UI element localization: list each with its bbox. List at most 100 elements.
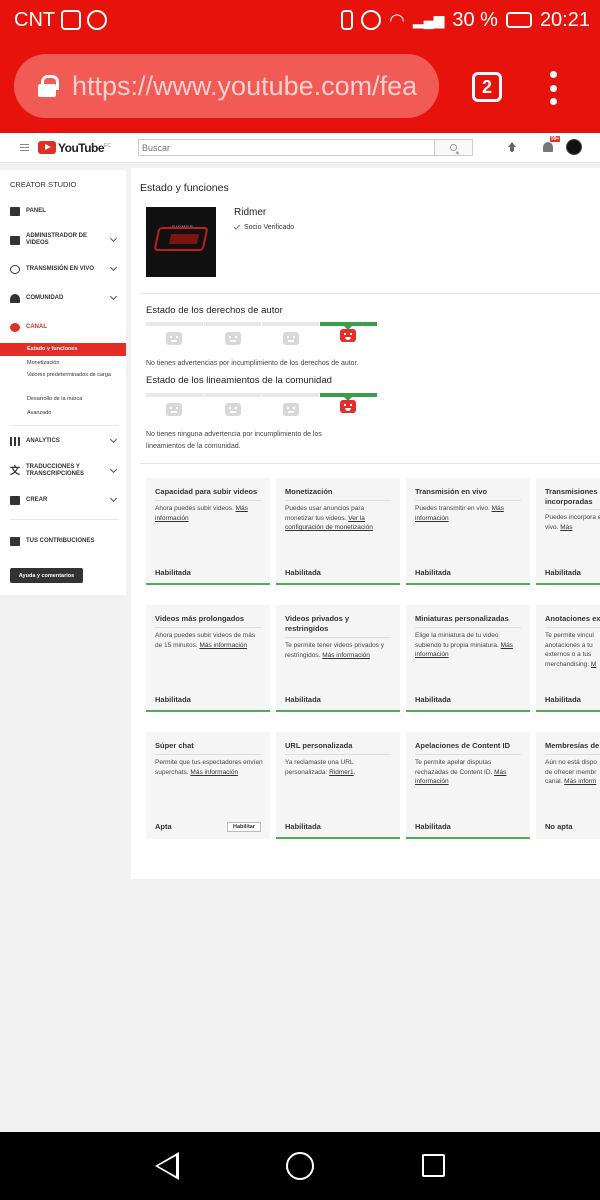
dashboard-icon xyxy=(10,206,20,216)
search-input[interactable] xyxy=(138,139,435,156)
channel-avatar-image[interactable]: RIDMER xyxy=(146,207,216,277)
whatsapp-icon xyxy=(87,10,108,30)
divider xyxy=(10,519,119,520)
verified-label: Socio Verificado xyxy=(244,224,295,231)
notifications-bell-icon[interactable] xyxy=(543,142,553,152)
sad-face-icon xyxy=(166,403,182,416)
live-icon xyxy=(10,264,20,274)
sidebar-item-analytics[interactable]: ANALYTICS xyxy=(0,435,126,446)
chevron-down-icon xyxy=(109,234,118,243)
feature-card-memberships: Membresías de Aún no está dispo de ofrec… xyxy=(536,732,600,839)
wifi-icon: ◠ xyxy=(389,9,405,30)
search-icon xyxy=(450,144,457,151)
signal-icon: ▂▄▆ xyxy=(412,11,445,28)
card-status: Habilitada xyxy=(415,822,451,831)
youtube-header: YouTube EC 99+ xyxy=(0,133,600,163)
more-info-link[interactable]: Más información xyxy=(190,769,238,776)
feature-card-external-annotations: Anotaciones ex Te permite vincul anotaci… xyxy=(536,605,600,712)
card-description: Te permite apelar disputas rechazadas de… xyxy=(415,759,507,785)
feature-card-super-chat: Súper chat Permite que tus espectadores … xyxy=(146,732,270,839)
channel-icon xyxy=(10,322,20,332)
more-info-link[interactable]: Más información xyxy=(199,642,247,649)
sidebar-item-label: TRANSMISIÓN EN VIVO xyxy=(26,265,95,272)
card-status: Apta xyxy=(155,822,172,831)
verified-status: Socio Verificado xyxy=(233,223,295,231)
card-status: Habilitada xyxy=(415,695,451,704)
card-description: Te permite tener videos privados y restr… xyxy=(285,642,384,659)
help-feedback-button[interactable]: Ayuda y comentarios xyxy=(10,568,83,583)
browser-menu-icon[interactable] xyxy=(549,71,557,105)
card-status: Habilitada xyxy=(285,695,321,704)
hamburger-menu-icon[interactable] xyxy=(20,144,29,151)
card-title: Miniaturas personalizadas xyxy=(415,614,509,623)
sidebar-item-community[interactable]: COMUNIDAD xyxy=(0,292,126,303)
browser-toolbar: https://www.youtube.com/fea 2 xyxy=(0,40,600,133)
happy-face-icon xyxy=(340,400,356,413)
feature-card-embedded-live: Transmisiones incorporadas Puedes incorp… xyxy=(536,478,600,585)
community-status-heading: Estado de los lineamientos de la comunid… xyxy=(146,375,332,386)
more-info-link[interactable]: Más información xyxy=(322,652,370,659)
community-icon xyxy=(10,293,20,303)
feature-card-custom-thumbnails: Miniaturas personalizadas Elige la minia… xyxy=(406,605,530,712)
sidebar-item-create[interactable]: CREAR xyxy=(0,494,126,505)
chevron-down-icon xyxy=(109,292,118,301)
card-status: Habilitada xyxy=(155,695,191,704)
youtube-logo[interactable]: YouTube EC xyxy=(38,141,111,155)
avatar[interactable] xyxy=(566,139,582,155)
sidebar-item-translations[interactable]: 文 TRADUCCIONES Y TRANSCRIPCIONES xyxy=(0,464,126,478)
sidebar-item-label: TUS CONTRIBUCIONES xyxy=(26,537,95,544)
home-icon[interactable] xyxy=(286,1152,314,1180)
clock: 20:21 xyxy=(539,8,590,31)
copyright-message: No tienes advertencias por incumplimient… xyxy=(146,360,359,367)
url-field[interactable]: https://www.youtube.com/fea xyxy=(14,54,439,118)
carrier-label: CNT xyxy=(14,8,56,31)
alarm-icon xyxy=(361,10,382,30)
analytics-icon xyxy=(10,436,20,446)
chevron-down-icon xyxy=(109,494,118,503)
card-title: Súper chat xyxy=(155,741,194,750)
card-description: Puedes usar anuncios para monetizar tus … xyxy=(285,505,373,531)
channel-name[interactable]: Ridmer xyxy=(234,207,266,218)
card-status: Habilitada xyxy=(285,568,321,577)
card-title: Anotaciones ex xyxy=(545,614,600,623)
contributions-icon xyxy=(10,536,20,546)
notification-badge: 99+ xyxy=(550,136,561,142)
facebook-icon xyxy=(61,10,82,30)
divider xyxy=(10,425,119,426)
url-text: https://www.youtube.com/fea xyxy=(72,70,418,101)
chevron-down-icon xyxy=(109,435,118,444)
subitem-branding[interactable]: Desarrollo de la marca xyxy=(0,395,126,403)
lock-icon xyxy=(38,75,59,97)
divider xyxy=(140,463,600,464)
video-camera-icon xyxy=(10,495,20,505)
card-title: Membresías de xyxy=(545,741,600,750)
upload-icon[interactable] xyxy=(507,142,517,153)
card-status: Habilitada xyxy=(545,568,581,577)
card-description: Ya reclamaste una URL personalizada: Rid… xyxy=(285,759,356,776)
subitem-monetization[interactable]: Monetización xyxy=(0,359,126,367)
subitem-status-features[interactable]: Estado y funciones xyxy=(0,343,126,356)
card-status: Habilitada xyxy=(285,822,321,831)
more-info-link[interactable]: Más inform xyxy=(564,778,596,785)
tab-switcher-button[interactable]: 2 xyxy=(472,72,502,102)
sidebar-title: CREATOR STUDIO xyxy=(10,180,77,189)
custom-url-link[interactable]: Ridmer1 xyxy=(329,769,354,776)
enable-super-chat-button[interactable]: Habilitar xyxy=(226,822,261,832)
search-button[interactable] xyxy=(435,139,473,156)
sidebar-item-channel[interactable]: CANAL xyxy=(0,322,126,332)
card-title: Monetización xyxy=(285,487,333,496)
card-title: Transmisiones incorporadas xyxy=(545,487,598,506)
sidebar-item-live-streaming[interactable]: TRANSMISIÓN EN VIVO xyxy=(0,263,126,274)
sidebar-item-contributions[interactable]: TUS CONTRIBUCIONES xyxy=(0,536,126,546)
sidebar-item-label: ADMINISTRADOR DE VIDEOS xyxy=(26,233,87,246)
back-icon[interactable] xyxy=(155,1152,179,1180)
more-info-link[interactable]: Más xyxy=(560,524,572,531)
sidebar-item-video-manager[interactable]: ADMINISTRADOR DE VIDEOS xyxy=(0,233,126,247)
card-title: Videos más prolongados xyxy=(155,614,245,623)
subitem-advanced[interactable]: Avanzado xyxy=(0,409,126,417)
sidebar-item-panel[interactable]: PANEL xyxy=(0,206,126,216)
subitem-upload-defaults[interactable]: Valores predeterminados de carga xyxy=(0,371,112,379)
recents-icon[interactable] xyxy=(422,1154,445,1177)
more-info-link[interactable]: M xyxy=(591,661,596,668)
card-title: Apelaciones de Content ID xyxy=(415,741,511,750)
